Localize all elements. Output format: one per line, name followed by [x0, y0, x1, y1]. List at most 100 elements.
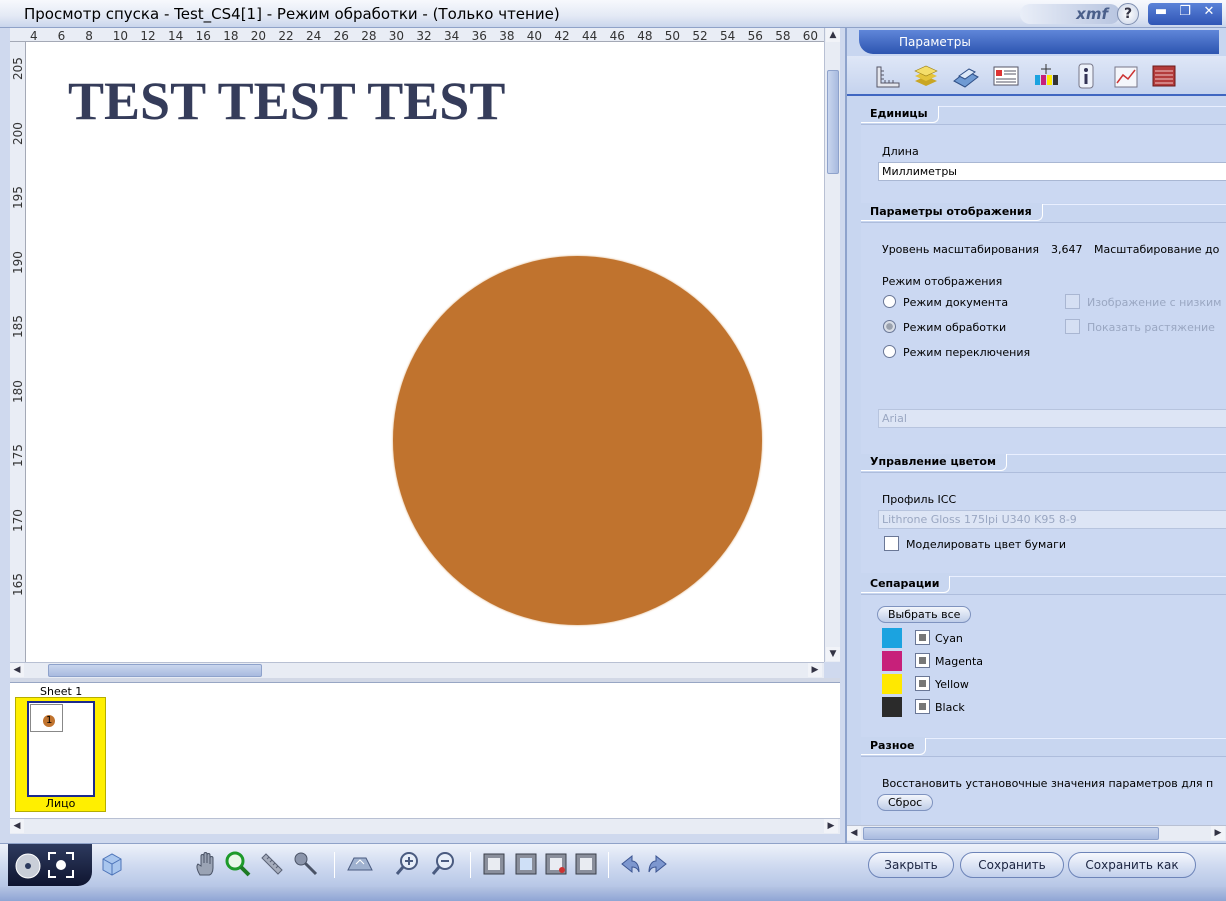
length-select[interactable]: Миллиметры	[878, 162, 1226, 181]
zoom-value: 3,647	[1051, 243, 1083, 256]
panel-tab-parameters[interactable]: Параметры	[859, 30, 1219, 54]
ruler-tick-label: 185	[11, 315, 25, 338]
scroll-up-arrow-icon[interactable]: ▲	[826, 28, 840, 42]
ruler-tick-label: 44	[582, 29, 598, 42]
font-select[interactable]: Arial	[878, 409, 1226, 428]
reset-button[interactable]: Сброс	[877, 794, 934, 811]
film-tool-icon-2[interactable]	[512, 850, 540, 878]
icc-profile-label: Профиль ICC	[882, 493, 957, 506]
toolbar-separator	[334, 852, 335, 878]
info-icon[interactable]	[1071, 61, 1101, 91]
scroll-right-arrow-icon[interactable]: ▶	[808, 663, 822, 677]
misc-title: Разное	[861, 738, 926, 755]
ruler-tick-label: 40	[526, 29, 543, 42]
paper-color-checkbox[interactable]	[884, 536, 899, 551]
film-tool-icon-3[interactable]	[542, 850, 570, 878]
color-bars-icon[interactable]	[1031, 61, 1061, 91]
canvas-vertical-scrollbar[interactable]: ▲ ▼	[824, 28, 840, 662]
minimize-button[interactable]: ▬	[1150, 4, 1172, 19]
sheet-view-icon[interactable]	[346, 850, 374, 878]
close-window-button[interactable]: ✕	[1198, 4, 1220, 19]
zoom-in-icon[interactable]	[394, 850, 422, 878]
help-button[interactable]: ?	[1117, 3, 1139, 25]
radio-switch-mode[interactable]	[883, 345, 896, 358]
fit-view-icon[interactable]	[46, 850, 76, 880]
scroll-left-arrow-icon[interactable]: ◀	[10, 819, 24, 833]
select-all-button[interactable]: Выбрать все	[877, 606, 972, 623]
misc-body: Восстановить установочные значения парам…	[861, 756, 1226, 834]
title-bar[interactable]: Просмотр спуска - Test_CS4[1] - Режим об…	[0, 0, 1226, 28]
sheet-thumbnail[interactable]: 1 Лицо	[15, 697, 106, 812]
bottom-toolbar: Закрыть Сохранить Сохранить как	[0, 843, 1226, 887]
misc-section: Восстановить установочные значения парам…	[861, 738, 1226, 834]
show-stretch-checkbox[interactable]	[1065, 319, 1080, 334]
radio-processing-mode[interactable]	[883, 320, 896, 333]
eyedropper-icon[interactable]	[292, 850, 320, 878]
ruler-tick-label: 52	[692, 29, 708, 42]
scroll-right-arrow-icon[interactable]: ▶	[1211, 826, 1225, 840]
chart-icon[interactable]	[1111, 61, 1141, 91]
vertical-ruler: 205 200 195 190 185 180 175 170 165	[10, 42, 26, 662]
document-icon[interactable]	[991, 61, 1021, 91]
parameters-panel: Параметры Длина Миллиметры Единицы Урове…	[845, 28, 1226, 843]
low-res-checkbox[interactable]	[1065, 294, 1080, 309]
zoom-fit-label: Масштабирование до	[1094, 243, 1220, 256]
scroll-left-arrow-icon[interactable]: ◀	[847, 826, 861, 840]
panel-horizontal-scrollbar[interactable]: ◀ ▶	[847, 825, 1226, 841]
horizontal-scroll-thumb[interactable]	[48, 664, 262, 677]
save-button[interactable]: Сохранить	[960, 852, 1064, 878]
yellow-checkbox[interactable]	[915, 676, 930, 691]
cyan-checkbox[interactable]	[915, 630, 930, 645]
scroll-down-arrow-icon[interactable]: ▼	[826, 647, 840, 661]
black-checkbox[interactable]	[915, 699, 930, 714]
imposition-preview-window: Просмотр спуска - Test_CS4[1] - Режим об…	[0, 0, 1226, 901]
restore-defaults-text: Восстановить установочные значения парам…	[882, 777, 1214, 790]
color-title: Управление цветом	[861, 454, 1007, 471]
ruler-tick-label: 195	[11, 186, 25, 209]
panel-scroll-thumb[interactable]	[863, 827, 1159, 840]
scroll-left-arrow-icon[interactable]: ◀	[10, 663, 24, 677]
save-as-button[interactable]: Сохранить как	[1068, 852, 1196, 878]
ruler-tick-label: 20	[250, 29, 267, 42]
ruler-tick-label: 190	[11, 250, 25, 274]
magenta-label: Magenta	[935, 655, 984, 668]
length-label: Длина	[882, 145, 919, 158]
yellow-swatch	[882, 674, 902, 694]
icc-profile-select[interactable]: Lithrone Gloss 175lpi U340 K95 8-9	[878, 510, 1226, 529]
black-label: Black	[935, 701, 965, 714]
ruler-tick-label: 60	[802, 29, 819, 42]
thumbnails-scrollbar[interactable]: ◀ ▶	[10, 818, 840, 834]
radio-document-mode[interactable]	[883, 295, 896, 308]
separations-body: Выбрать все Cyan Magenta Yellow Black	[861, 594, 1226, 737]
zoom-out-icon[interactable]	[430, 850, 458, 878]
scroll-right-arrow-icon[interactable]: ▶	[824, 819, 838, 833]
hand-tool-icon[interactable]	[192, 850, 220, 878]
zoom-label: Уровень масштабирования	[882, 243, 1039, 256]
ruler-tick-label: 6	[57, 29, 66, 42]
cube-icon[interactable]	[98, 850, 126, 878]
ruler-icon[interactable]	[873, 61, 903, 91]
disc-icon[interactable]	[14, 852, 42, 880]
measure-tool-icon[interactable]	[258, 850, 286, 878]
ruler-tick-label: 28	[361, 29, 377, 42]
vertical-scroll-thumb[interactable]	[827, 70, 839, 174]
redo-icon[interactable]	[644, 850, 672, 878]
restore-button[interactable]: ❐	[1174, 4, 1196, 19]
zoom-tool-icon[interactable]	[224, 850, 252, 878]
ruler-tick-label: 180	[11, 379, 25, 403]
printer-icon[interactable]	[951, 61, 981, 91]
ruler-tick-label: 175	[11, 444, 25, 467]
page-canvas[interactable]: TEST TEST TEST	[26, 42, 824, 662]
layers-icon[interactable]	[911, 61, 941, 91]
stack-icon[interactable]	[1149, 61, 1179, 91]
film-tool-icon-4[interactable]	[572, 850, 600, 878]
magenta-checkbox[interactable]	[915, 653, 930, 668]
film-tool-icon-1[interactable]	[480, 850, 508, 878]
close-button[interactable]: Закрыть	[868, 852, 954, 878]
magenta-swatch	[882, 651, 902, 671]
xmf-logo: xmf	[1020, 4, 1120, 24]
black-swatch	[882, 697, 902, 717]
undo-icon[interactable]	[616, 850, 644, 878]
ruler-tick-label: 30	[388, 29, 405, 42]
canvas-horizontal-scrollbar[interactable]: ◀ ▶	[10, 662, 824, 678]
